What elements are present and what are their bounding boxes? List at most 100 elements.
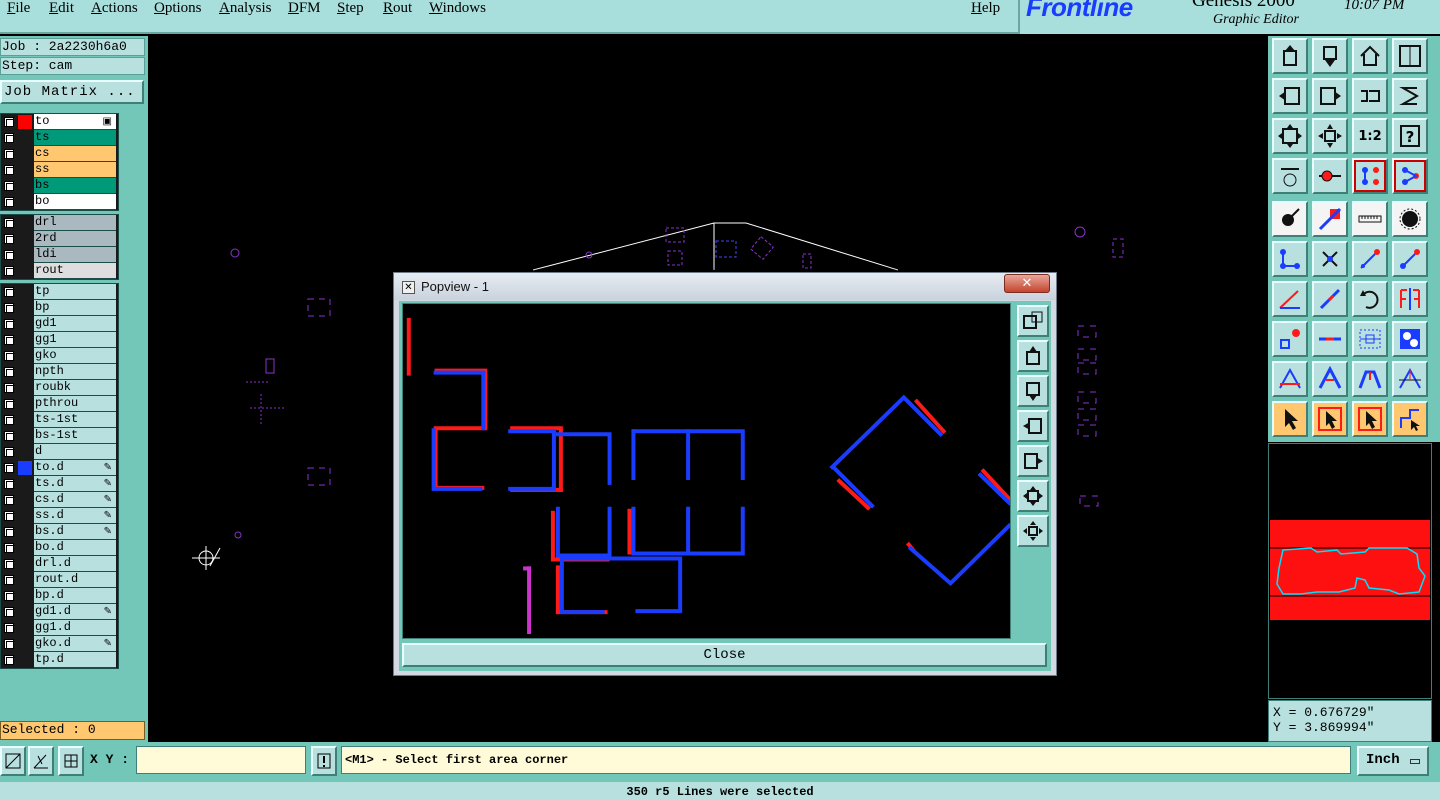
layer-color-swatch[interactable]	[18, 131, 32, 145]
layer-checkbox[interactable]	[4, 431, 14, 441]
layer-color-swatch[interactable]	[18, 445, 32, 459]
layer-name[interactable]: tp	[34, 284, 116, 300]
layer-checkbox[interactable]	[4, 447, 14, 457]
pointer-edit-button[interactable]	[1352, 401, 1388, 437]
layer-row[interactable]: drl	[1, 215, 118, 231]
popview-zoom-out-button[interactable]	[1017, 515, 1049, 547]
shape-a-button[interactable]	[1272, 361, 1308, 397]
layer-name[interactable]: bo.d	[34, 540, 116, 556]
layer-checkbox[interactable]	[4, 367, 14, 377]
layer-color-swatch[interactable]	[18, 429, 32, 443]
menu-file[interactable]: File	[7, 0, 30, 17]
layer-row[interactable]: 2rd	[1, 231, 118, 247]
layer-name[interactable]: npth	[34, 364, 116, 380]
layer-row[interactable]: bo.d	[1, 540, 118, 556]
layer-row[interactable]: bs	[1, 178, 118, 194]
unit-selector[interactable]: Inch	[1357, 746, 1429, 776]
layer-color-swatch[interactable]	[18, 333, 32, 347]
layer-color-swatch[interactable]	[18, 264, 32, 278]
gap-button[interactable]	[1352, 321, 1388, 357]
layer-row[interactable]: gg1	[1, 332, 118, 348]
layer-color-swatch[interactable]	[18, 589, 32, 603]
menu-options[interactable]: Options	[154, 0, 202, 17]
popview-canvas[interactable]	[402, 303, 1011, 639]
layer-name[interactable]: bp.d	[34, 588, 116, 604]
layer-name[interactable]: ts.d ✎	[34, 476, 116, 492]
layer-checkbox[interactable]	[4, 655, 14, 665]
layer-checkbox[interactable]	[4, 639, 14, 649]
layer-checkbox[interactable]	[4, 607, 14, 617]
layer-color-swatch[interactable]	[18, 397, 32, 411]
pointer-button[interactable]	[1272, 401, 1308, 437]
connect-dots-button[interactable]	[1272, 241, 1308, 277]
pop-down-button[interactable]	[1312, 38, 1348, 74]
zoom-center-button[interactable]	[1312, 118, 1348, 154]
layer-checkbox[interactable]	[4, 527, 14, 537]
pop-up-button[interactable]	[1272, 38, 1308, 74]
layer-row[interactable]: ts	[1, 130, 118, 146]
layer-name[interactable]: ts	[34, 130, 116, 146]
layer-name[interactable]: ss.d ✎	[34, 508, 116, 524]
layer-name[interactable]: cs	[34, 146, 116, 162]
rotate-view-button[interactable]	[1352, 78, 1388, 114]
layer-checkbox[interactable]	[4, 181, 14, 191]
popview-pop-down-button[interactable]	[1017, 375, 1049, 407]
menu-rout[interactable]: Rout	[383, 0, 412, 17]
layer-checkbox[interactable]	[4, 319, 14, 329]
layer-color-swatch[interactable]	[18, 285, 32, 299]
menu-step[interactable]: Step	[337, 0, 364, 17]
layer-checkbox[interactable]	[4, 623, 14, 633]
layer-color-swatch[interactable]	[18, 232, 32, 246]
layer-row[interactable]: bo	[1, 194, 118, 210]
layer-color-swatch[interactable]	[18, 413, 32, 427]
line-dash-button[interactable]	[1312, 321, 1348, 357]
layer-name[interactable]: pthrou	[34, 396, 116, 412]
angle-snap-button[interactable]	[28, 746, 54, 776]
pan-left-button[interactable]	[1272, 78, 1308, 114]
layer-name[interactable]: bp	[34, 300, 116, 316]
layer-checkbox[interactable]	[4, 351, 14, 361]
net-connect-button[interactable]	[1392, 158, 1428, 194]
layer-row[interactable]: bp	[1, 300, 118, 316]
round-pad-button[interactable]	[1392, 201, 1428, 237]
layer-checkbox[interactable]	[4, 218, 14, 228]
popview-window-switch-button[interactable]	[1017, 305, 1049, 337]
layer-checkbox[interactable]	[4, 511, 14, 521]
window-close-button[interactable]: ✕	[1004, 274, 1050, 293]
layer-row[interactable]: bp.d	[1, 588, 118, 604]
layer-color-swatch[interactable]	[18, 477, 32, 491]
layer-row[interactable]: gd1	[1, 316, 118, 332]
layer-row[interactable]: ts-1st	[1, 412, 118, 428]
layer-name[interactable]: rout	[34, 263, 116, 279]
layer-name[interactable]: ts-1st	[34, 412, 116, 428]
layer-color-swatch[interactable]	[18, 509, 32, 523]
layer-color-swatch[interactable]	[18, 637, 32, 651]
layer-checkbox[interactable]	[4, 266, 14, 276]
layer-checkbox[interactable]	[4, 335, 14, 345]
cross-button[interactable]	[1312, 241, 1348, 277]
layer-color-swatch[interactable]	[18, 301, 32, 315]
layer-checkbox[interactable]	[4, 575, 14, 585]
mirror-button[interactable]	[1392, 281, 1428, 317]
layer-checkbox[interactable]	[4, 495, 14, 505]
layer-color-swatch[interactable]	[18, 621, 32, 635]
layer-row[interactable]: gg1.d	[1, 620, 118, 636]
layer-row[interactable]: tp.d	[1, 652, 118, 668]
popview-titlebar[interactable]: ✕ Popview - 1 ✕	[394, 273, 1056, 300]
layer-name[interactable]: to.d ✎	[34, 460, 116, 476]
layer-name[interactable]: gg1	[34, 332, 116, 348]
cluster-button[interactable]	[1392, 321, 1428, 357]
line-add-button[interactable]	[1392, 241, 1428, 277]
shape-b-button[interactable]	[1312, 361, 1348, 397]
layer-name[interactable]: gko	[34, 348, 116, 364]
layer-color-swatch[interactable]	[18, 381, 32, 395]
line-button[interactable]	[1312, 201, 1348, 237]
layer-color-swatch[interactable]	[18, 248, 32, 262]
layer-row[interactable]: drl.d	[1, 556, 118, 572]
layer-name[interactable]: gko.d ✎	[34, 636, 116, 652]
layer-color-swatch[interactable]	[18, 557, 32, 571]
layer-name[interactable]: bs-1st	[34, 428, 116, 444]
menu-windows[interactable]: Windows	[429, 0, 486, 17]
snap-pad-button[interactable]	[1312, 158, 1348, 194]
layer-name[interactable]: bs	[34, 178, 116, 194]
